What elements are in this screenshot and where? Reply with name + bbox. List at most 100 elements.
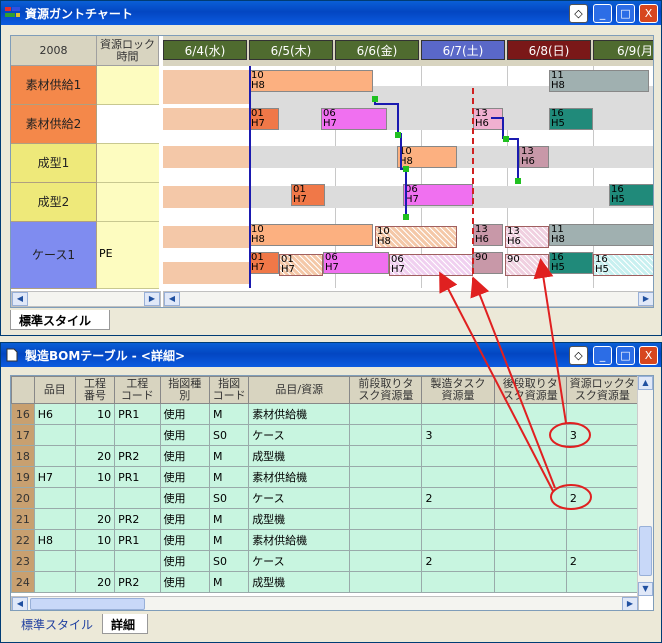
style-diamond-button[interactable]: ◇ [569, 4, 588, 23]
table-cell-pre[interactable] [349, 466, 423, 488]
table-cell-mfg[interactable] [421, 529, 495, 551]
table-cell-pcode[interactable]: PR1 [114, 403, 161, 425]
table-row[interactable]: 18 20 PR2 使用 M 成型機 [11, 445, 640, 467]
table-cell-lock[interactable] [565, 529, 640, 551]
minimize-button[interactable]: _ [593, 346, 612, 365]
table-cell-res[interactable]: 成型機 [248, 571, 351, 593]
table-cell-kind[interactable]: 使用 [159, 487, 210, 509]
table-row[interactable]: 22 H8 10 PR1 使用 M 素材供給機 [11, 529, 640, 551]
column-header[interactable]: 工程 コード [114, 376, 161, 404]
column-header[interactable]: 工程 番号 [74, 376, 116, 404]
table-row[interactable]: 17 使用 S0 ケース 3 3 [11, 424, 640, 446]
row-number[interactable]: 23 [11, 550, 35, 572]
table-cell-pre[interactable] [349, 487, 423, 509]
row-number[interactable]: 22 [11, 529, 35, 551]
table-cell-lock[interactable]: 2 [565, 550, 640, 572]
table-row[interactable]: 19 H7 10 PR1 使用 M 素材供給機 [11, 466, 640, 488]
table-row[interactable]: 23 使用 S0 ケース 2 2 [11, 550, 640, 572]
table-cell-code[interactable]: M [208, 403, 250, 425]
table-cell-pcode[interactable]: PR1 [114, 529, 161, 551]
table-cell-item[interactable] [33, 550, 76, 572]
row-number[interactable]: 16 [11, 403, 35, 425]
table-cell-kind[interactable]: 使用 [159, 550, 210, 572]
vscrollbar[interactable]: ▲ ▼ [637, 376, 653, 596]
table-cell-mfg[interactable]: 2 [421, 550, 495, 572]
left-hscrollbar[interactable]: ◀ ▶ [11, 291, 161, 307]
table-cell-res[interactable]: 素材供給機 [248, 403, 351, 425]
table-cell-mfg[interactable] [421, 445, 495, 467]
table-cell-pcode[interactable]: PR2 [114, 571, 161, 593]
table-cell-pno[interactable]: 10 [74, 403, 116, 425]
row-number[interactable]: 20 [11, 487, 35, 509]
table-cell-res[interactable]: 成型機 [248, 445, 351, 467]
table-cell-pno[interactable]: 10 [74, 529, 116, 551]
close-button[interactable]: X [639, 4, 658, 23]
tab-standard-style[interactable]: 標準スタイル [10, 310, 110, 330]
table-cell-res[interactable]: 素材供給機 [248, 529, 351, 551]
table-cell-item[interactable]: H8 [33, 529, 76, 551]
table-cell-pcode[interactable] [114, 424, 161, 446]
table-cell-post[interactable] [493, 445, 567, 467]
table-cell-mfg[interactable] [421, 403, 495, 425]
table-cell-code[interactable]: S0 [208, 550, 250, 572]
table-cell-post[interactable] [493, 424, 567, 446]
table-cell-pcode[interactable]: PR2 [114, 445, 161, 467]
row-number[interactable]: 17 [11, 424, 35, 446]
table-cell-pcode[interactable]: PR1 [114, 466, 161, 488]
resource-name-2[interactable]: 素材供給2 [11, 105, 97, 144]
date-header-2[interactable]: 6/5(木) [249, 40, 333, 60]
scroll-left-arrow[interactable]: ◀ [164, 292, 180, 306]
row-number[interactable]: 19 [11, 466, 35, 488]
table-cell-lock[interactable]: 2 [565, 487, 640, 509]
maximize-button[interactable]: □ [616, 346, 635, 365]
table-cell-mfg[interactable] [421, 508, 495, 530]
minimize-button[interactable]: _ [593, 4, 612, 23]
table-cell-pno[interactable] [74, 487, 116, 509]
table-cell-kind[interactable]: 使用 [159, 508, 210, 530]
table-cell-item[interactable] [33, 571, 76, 593]
table-cell-pno[interactable]: 10 [74, 466, 116, 488]
table-cell-lock[interactable] [565, 466, 640, 488]
date-header-1[interactable]: 6/4(水) [163, 40, 247, 60]
scroll-left-arrow[interactable]: ◀ [12, 292, 28, 306]
resource-name-5[interactable]: ケース1 [11, 222, 97, 289]
table-cell-pno[interactable] [74, 550, 116, 572]
table-cell-pno[interactable]: 20 [74, 445, 116, 467]
table-cell-pre[interactable] [349, 445, 423, 467]
scroll-right-arrow[interactable]: ▶ [622, 597, 638, 610]
bom-hscrollbar[interactable]: ◀ ▶ [11, 596, 639, 610]
table-cell-post[interactable] [493, 550, 567, 572]
table-cell-post[interactable] [493, 508, 567, 530]
table-cell-lock[interactable] [565, 571, 640, 593]
table-cell-kind[interactable]: 使用 [159, 403, 210, 425]
table-cell-code[interactable]: M [208, 508, 250, 530]
column-header[interactable]: 後段取りタ スク資源量 [493, 376, 567, 404]
table-cell-mfg[interactable] [421, 571, 495, 593]
table-cell-lock[interactable] [565, 403, 640, 425]
table-cell-lock[interactable]: 3 [565, 424, 640, 446]
table-cell-item[interactable] [33, 487, 76, 509]
table-row[interactable]: 20 使用 S0 ケース 2 2 [11, 487, 640, 509]
column-header[interactable]: 製造タスク 資源量 [421, 376, 495, 404]
tab-detail[interactable]: 詳細 [102, 614, 148, 634]
table-cell-kind[interactable]: 使用 [159, 445, 210, 467]
table-cell-code[interactable]: M [208, 529, 250, 551]
table-cell-item[interactable] [33, 424, 76, 446]
date-header-3[interactable]: 6/6(金) [335, 40, 419, 60]
table-cell-pcode[interactable] [114, 550, 161, 572]
style-diamond-button[interactable]: ◇ [569, 346, 588, 365]
table-cell-mfg[interactable] [421, 466, 495, 488]
column-header[interactable]: 品目 [33, 376, 76, 404]
table-cell-pre[interactable] [349, 508, 423, 530]
table-cell-pre[interactable] [349, 571, 423, 593]
maximize-button[interactable]: □ [616, 4, 635, 23]
table-cell-pno[interactable]: 20 [74, 571, 116, 593]
table-cell-kind[interactable]: 使用 [159, 424, 210, 446]
table-cell-item[interactable]: H7 [33, 466, 76, 488]
scroll-up-arrow[interactable]: ▲ [638, 376, 653, 390]
column-header[interactable]: 指図種 別 [159, 376, 210, 404]
date-header-4[interactable]: 6/7(土) [421, 40, 505, 60]
table-cell-kind[interactable]: 使用 [159, 529, 210, 551]
table-cell-item[interactable] [33, 445, 76, 467]
table-cell-mfg[interactable]: 3 [421, 424, 495, 446]
